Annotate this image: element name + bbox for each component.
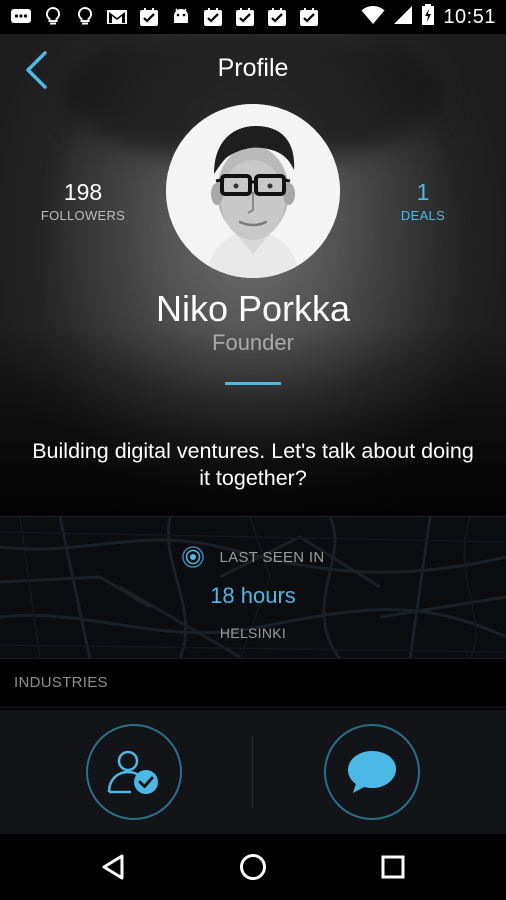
profile-name: Niko Porkka [155, 288, 351, 329]
wifi-icon [361, 5, 385, 30]
home-circle-icon [240, 854, 266, 880]
followers-stat[interactable]: 198 FOLLOWERS [23, 179, 143, 223]
profile-hero: Profile 198 FOLLOWERS 1 DEALS Niko Porkk… [0, 34, 506, 516]
bulb-icon [42, 7, 64, 27]
nav-back-button[interactable] [93, 850, 133, 884]
android-icon [170, 7, 192, 27]
industries-label: INDUSTRIES [14, 674, 108, 691]
check-icon [298, 7, 320, 27]
accent-divider [225, 382, 281, 385]
notification-icons [10, 7, 320, 27]
nav-recents-button[interactable] [373, 850, 413, 884]
profile-bio: Building digital ventures. Let's talk ab… [32, 439, 474, 490]
industries-section[interactable]: INDUSTRIES [0, 658, 506, 708]
chat-bubble-icon [348, 751, 396, 793]
deals-label: DEALS [400, 208, 446, 223]
deals-stat[interactable]: 1 DEALS [363, 179, 483, 223]
page-title: Profile [217, 54, 289, 82]
action-divider [252, 736, 253, 808]
followers-count: 198 [63, 179, 103, 205]
avatar [166, 104, 340, 278]
deals-count: 1 [416, 179, 430, 205]
last-seen-city: HELSINKI [219, 625, 287, 641]
check-icon [234, 7, 256, 27]
location-pin-icon [182, 546, 205, 568]
check-icon [138, 7, 160, 27]
status-bar: 10:51 [0, 0, 506, 34]
signal-icon [393, 5, 413, 30]
nav-home-button[interactable] [233, 850, 273, 884]
gmail-icon [106, 7, 128, 27]
action-bar [0, 710, 506, 834]
check-icon [266, 7, 288, 27]
status-time: 10:51 [443, 5, 496, 28]
last-seen-value: 18 hours [210, 583, 296, 608]
messages-icon [10, 7, 32, 27]
last-seen-section: LAST SEEN IN 18 hours HELSINKI [0, 516, 506, 658]
user-check-icon [107, 750, 158, 794]
message-button[interactable] [324, 724, 420, 820]
recents-square-icon [381, 855, 405, 879]
system-icons: 10:51 [361, 3, 496, 31]
followers-label: FOLLOWERS [40, 208, 126, 223]
navigation-bar [0, 834, 506, 900]
check-icon [202, 7, 224, 27]
back-triangle-icon [102, 854, 124, 880]
bulb-icon [74, 7, 96, 27]
profile-role: Founder [212, 330, 294, 355]
follow-button[interactable] [86, 724, 182, 820]
last-seen-row: LAST SEEN IN [0, 545, 506, 569]
battery-icon [421, 3, 435, 31]
last-seen-label: LAST SEEN IN [219, 548, 325, 566]
